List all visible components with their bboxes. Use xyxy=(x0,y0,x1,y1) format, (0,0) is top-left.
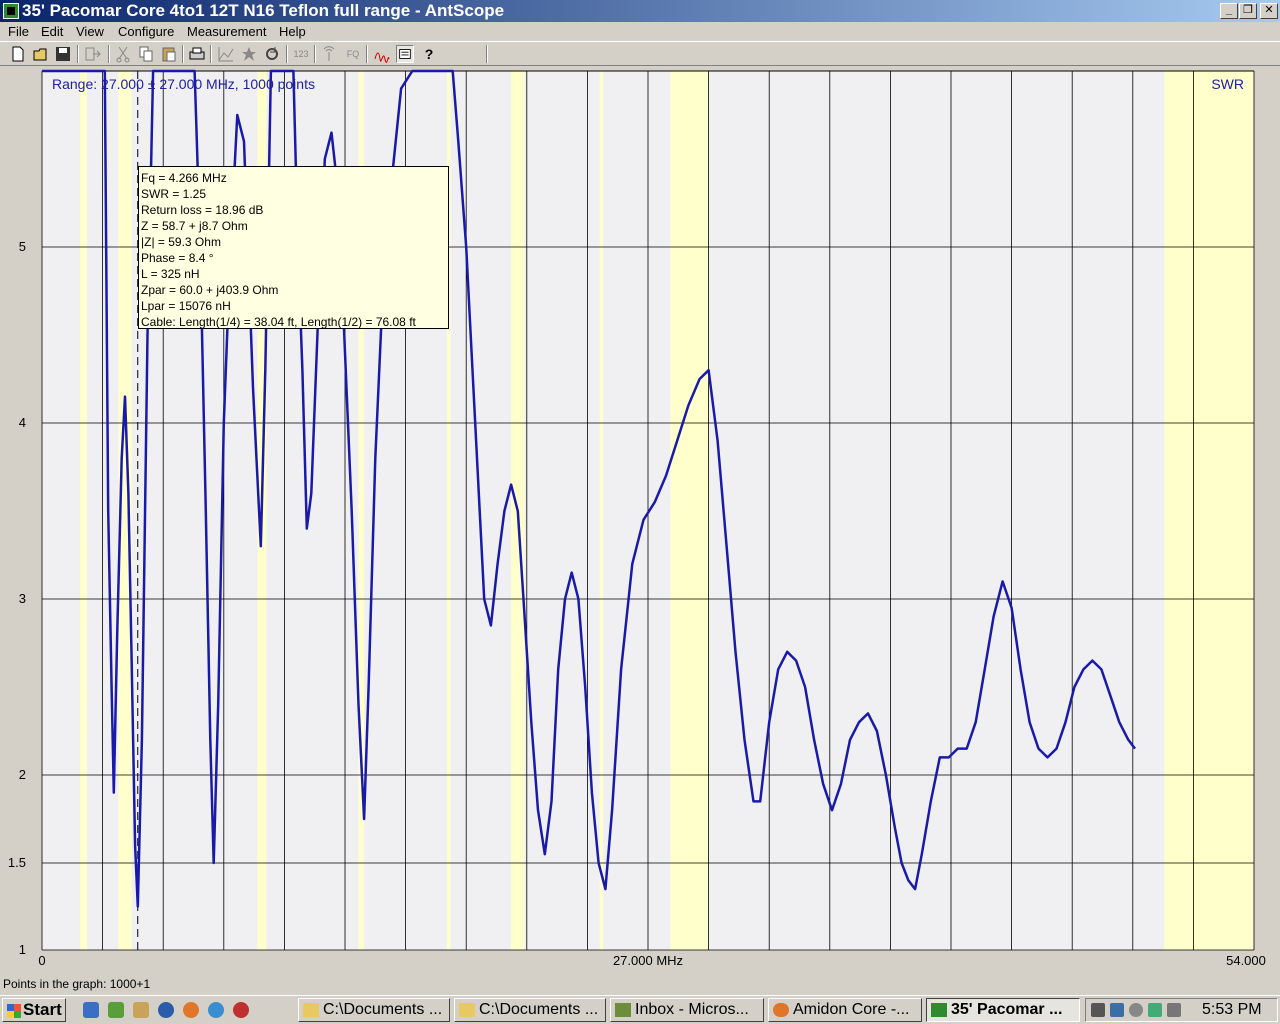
paste-icon[interactable] xyxy=(160,45,178,63)
tooltip-return-loss: Return loss = 18.96 dB xyxy=(141,203,264,217)
minimize-button[interactable]: _ xyxy=(1220,3,1238,19)
outlook-icon xyxy=(615,1003,631,1017)
menu-configure[interactable]: Configure xyxy=(118,24,174,39)
ham-band xyxy=(599,71,604,950)
new-file-icon[interactable] xyxy=(9,45,27,63)
windows-logo-icon xyxy=(7,1004,21,1018)
antscope-app-icon[interactable] xyxy=(3,3,19,19)
tooltip-impedance: Z = 58.7 + j8.7 Ohm xyxy=(141,219,248,233)
help-icon[interactable]: ? xyxy=(420,45,438,63)
toolbar-separator xyxy=(210,45,212,63)
maximize-button[interactable]: ❐ xyxy=(1239,3,1257,19)
y-tick-label: 4 xyxy=(19,415,26,430)
toolbar-separator xyxy=(314,45,316,63)
menu-file[interactable]: File xyxy=(8,24,29,39)
x-tick-label: 27.000 MHz xyxy=(613,953,683,968)
volume-tray-icon[interactable] xyxy=(1167,1003,1181,1017)
menu-measurement[interactable]: Measurement xyxy=(187,24,266,39)
print-icon[interactable] xyxy=(188,45,206,63)
browser-quicklaunch-icon[interactable] xyxy=(208,1002,224,1018)
menu-help[interactable]: Help xyxy=(279,24,306,39)
y-axis-labels: 1 1.5 2 3 4 5 xyxy=(8,239,26,957)
tooltip-frequency: Fq = 4.266 MHz xyxy=(141,171,227,185)
sweep-icon[interactable] xyxy=(373,45,391,63)
media-player-quicklaunch-icon[interactable] xyxy=(158,1002,174,1018)
menu-view[interactable]: View xyxy=(76,24,104,39)
antscope-icon xyxy=(931,1003,947,1017)
fq-button[interactable]: FQ xyxy=(344,45,362,63)
app-quicklaunch-icon[interactable] xyxy=(108,1002,124,1018)
x-axis-labels: 0 27.000 MHz 54.000 xyxy=(38,953,1266,968)
y-tick-label: 1 xyxy=(19,942,26,957)
copy-icon[interactable] xyxy=(137,45,155,63)
network-tray-icon[interactable] xyxy=(1091,1003,1105,1017)
cut-icon[interactable] xyxy=(114,45,132,63)
tooltip-lpar: Lpar = 15076 nH xyxy=(141,299,231,313)
tooltip-inductance: L = 325 nH xyxy=(141,267,200,281)
range-label: Range: 27.000 ± 27.000 MHz, 1000 points xyxy=(52,76,315,92)
menu-edit[interactable]: Edit xyxy=(41,24,63,39)
x-tick-label: 0 xyxy=(38,953,45,968)
close-button[interactable]: ✕ xyxy=(1260,3,1278,19)
tooltip-phase: Phase = 8.4 ° xyxy=(141,251,214,265)
antenna-icon[interactable] xyxy=(320,45,338,63)
tooltip-zpar: Zpar = 60.0 + j403.9 Ohm xyxy=(141,283,279,297)
task-antscope[interactable]: 35' Pacomar ... xyxy=(926,998,1080,1022)
y-tick-label: 3 xyxy=(19,591,26,606)
chart-icon[interactable] xyxy=(217,45,235,63)
firefox-quicklaunch-icon[interactable] xyxy=(183,1002,199,1018)
clock: 5:53 PM xyxy=(1202,1001,1262,1018)
tooltip-cable-length: Cable: Length(1/4) = 38.04 ft, Length(1/… xyxy=(141,315,416,329)
misc-quicklaunch-icon[interactable] xyxy=(233,1002,249,1018)
status-text: Points in the graph: 1000+1 xyxy=(3,977,151,991)
y-tick-label: 5 xyxy=(19,239,26,254)
toolbar-separator xyxy=(286,45,288,63)
task-inbox[interactable]: Inbox - Micros... xyxy=(610,998,764,1022)
task-amidon-core[interactable]: Amidon Core -... xyxy=(768,998,922,1022)
ham-band xyxy=(80,71,87,950)
tooltip-icon[interactable] xyxy=(396,45,414,63)
window-title: 35' Pacomar Core 4to1 12T N16 Teflon ful… xyxy=(22,1,505,20)
series-label: SWR xyxy=(1211,76,1244,92)
refresh-icon[interactable] xyxy=(263,45,281,63)
star-icon[interactable] xyxy=(240,45,258,63)
start-button[interactable]: Start xyxy=(2,998,66,1022)
y-tick-label: 2 xyxy=(19,767,26,782)
toolbar-separator xyxy=(77,45,79,63)
menu-bar: File Edit View Configure Measurement Hel… xyxy=(0,22,1280,41)
export-icon[interactable] xyxy=(84,45,102,63)
firefox-icon xyxy=(773,1003,789,1017)
toolbar: 123 FQ ? xyxy=(0,41,1280,66)
y-tick-label: 1.5 xyxy=(8,855,26,870)
tooltip-swr: SWR = 1.25 xyxy=(141,187,207,201)
security-tray-icon[interactable] xyxy=(1110,1003,1124,1017)
system-tray: 5:53 PM xyxy=(1085,998,1278,1022)
toolbar-separator xyxy=(486,45,488,63)
task-documents-1[interactable]: C:\Documents ... xyxy=(298,998,450,1022)
ie-quicklaunch-icon[interactable] xyxy=(83,1002,99,1018)
display-tray-icon[interactable] xyxy=(1148,1003,1162,1017)
status-bar: Points in the graph: 1000+1 xyxy=(0,975,1280,995)
counter-button[interactable]: 123 xyxy=(292,45,310,63)
taskbar: Start C:\Documents ... C:\Documents ... … xyxy=(0,995,1280,1024)
save-icon[interactable] xyxy=(54,45,72,63)
folder-icon xyxy=(459,1003,475,1017)
settings-tray-icon[interactable] xyxy=(1129,1003,1143,1017)
toolbar-separator xyxy=(366,45,368,63)
title-bar[interactable]: 35' Pacomar Core 4to1 12T N16 Teflon ful… xyxy=(0,0,1280,22)
x-tick-label: 54.000 xyxy=(1226,953,1266,968)
measurement-tooltip: Fq = 4.266 MHz SWR = 1.25 Return loss = … xyxy=(138,166,449,329)
ham-band xyxy=(1164,71,1254,950)
toolbar-separator xyxy=(108,45,110,63)
folder-icon xyxy=(303,1003,319,1017)
task-documents-2[interactable]: C:\Documents ... xyxy=(454,998,606,1022)
tooltip-impedance-magnitude: |Z| = 59.3 Ohm xyxy=(141,235,221,249)
ham-band xyxy=(670,71,709,950)
open-folder-icon[interactable] xyxy=(32,45,50,63)
toolbar-separator xyxy=(182,45,184,63)
explorer-quicklaunch-icon[interactable] xyxy=(133,1002,149,1018)
